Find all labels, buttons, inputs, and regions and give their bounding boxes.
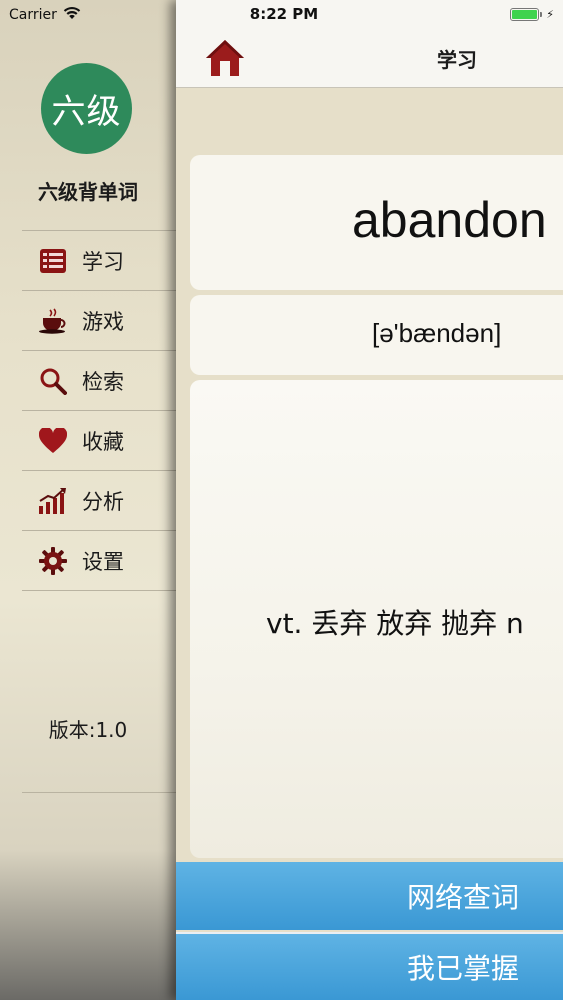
vocabulary-word: abandon	[352, 192, 547, 248]
sidebar-divider	[22, 792, 176, 793]
online-lookup-button[interactable]: 网络查词	[176, 862, 563, 930]
bar-chart-icon	[38, 486, 68, 516]
magnifier-icon	[38, 366, 68, 396]
sidebar-menu: 学习 游戏 检索 收藏 分析 设置	[22, 230, 176, 591]
app-name: 六级背单词	[38, 180, 138, 204]
sidebar-item-label: 设置	[82, 549, 124, 574]
navigation-bar: 8:22 PM ⚡ 学习	[176, 0, 563, 88]
mastered-button[interactable]: 我已掌握	[176, 932, 563, 1000]
sidebar-item-label: 检索	[82, 369, 124, 394]
main-panel: 8:22 PM ⚡ 学习 abandon [ə'bændən] vt. 丢弃 放…	[176, 0, 563, 1000]
status-time: 8:22 PM	[249, 5, 319, 23]
phonetic-text: [ə'bændən]	[372, 318, 502, 348]
coffee-cup-icon	[38, 306, 68, 336]
sidebar-item-analysis[interactable]: 分析	[22, 471, 176, 531]
battery-icon: ⚡	[510, 7, 554, 21]
sidebar-item-label: 游戏	[82, 309, 124, 334]
sidebar-item-favorites[interactable]: 收藏	[22, 411, 176, 471]
wifi-icon	[63, 6, 81, 24]
heart-icon	[38, 426, 68, 456]
app-avatar: 六级	[41, 63, 132, 154]
sidebar-item-search[interactable]: 检索	[22, 351, 176, 411]
charging-bolt-icon: ⚡	[546, 7, 554, 21]
sidebar-item-game[interactable]: 游戏	[22, 291, 176, 351]
book-list-icon	[38, 246, 68, 276]
sidebar-item-label: 学习	[82, 249, 124, 274]
sidebar-item-settings[interactable]: 设置	[22, 531, 176, 591]
gear-icon	[38, 546, 68, 576]
version-label: 版本:1.0	[48, 718, 128, 742]
sidebar-item-label: 收藏	[82, 429, 124, 454]
status-bar-left: Carrier	[9, 5, 81, 25]
carrier-label: Carrier	[9, 7, 57, 23]
sidebar-item-label: 分析	[82, 489, 124, 514]
sidebar-drawer: Carrier 六级 六级背单词 学习 游戏 检索 收藏 分析 设置 版本:1.…	[0, 0, 176, 1000]
battery-fill	[512, 9, 538, 19]
avatar-text: 六级	[51, 92, 122, 132]
meaning-text: vt. 丢弃 放弃 抛弃 n	[266, 607, 524, 640]
sidebar-item-study[interactable]: 学习	[22, 231, 176, 291]
page-title: 学习	[437, 48, 477, 72]
